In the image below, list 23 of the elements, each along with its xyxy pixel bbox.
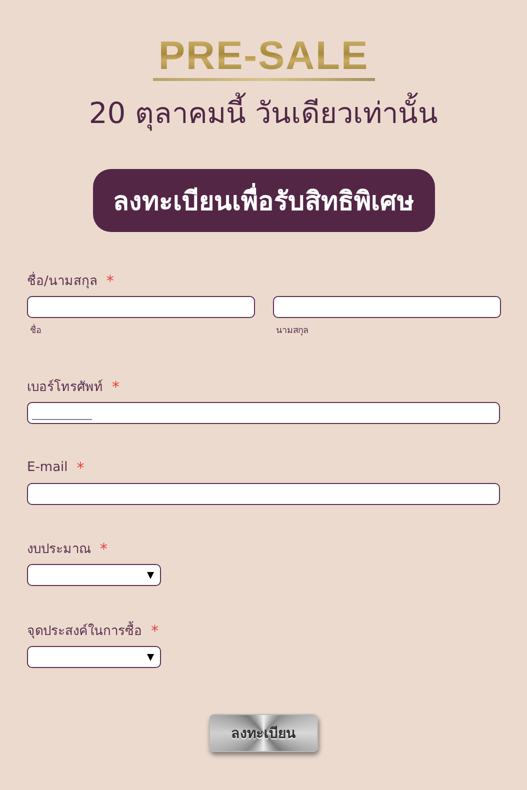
field-label: จุดประสงค์ในการซื้อ <box>27 620 142 641</box>
field-hint: นามสกุล <box>276 325 310 337</box>
register-banner-button[interactable]: ลงทะเบียนเพื่อรับสิทธิพิเศษ <box>92 169 434 232</box>
dropdown[interactable] <box>27 646 161 668</box>
register-button[interactable]: ลงทะเบียน <box>209 714 318 752</box>
required-mark: * <box>151 622 158 640</box>
field-label: ชื่อ/นามสกุล <box>27 270 98 291</box>
required-mark: * <box>100 540 108 558</box>
input-field[interactable] <box>27 483 500 505</box>
input-field[interactable]: __________ <box>27 402 500 424</box>
promo-subtitle: 20 ตุลาคมนี้ วันเดียวเท่านั้น <box>88 93 438 133</box>
field-label: E-mail <box>27 460 68 475</box>
first-name-field[interactable] <box>27 296 255 318</box>
last-name-field[interactable] <box>273 296 501 318</box>
field-label: งบประมาณ <box>27 541 91 559</box>
caret-icon <box>147 572 154 578</box>
required-mark: * <box>76 458 84 476</box>
field-hint: ชื่อ <box>30 323 255 337</box>
required-mark: * <box>112 378 120 396</box>
dropdown[interactable] <box>27 564 161 586</box>
caret-icon <box>147 654 154 660</box>
field-label: เบอร์โทรศัพท์ <box>27 378 103 397</box>
required-mark: * <box>106 272 114 290</box>
